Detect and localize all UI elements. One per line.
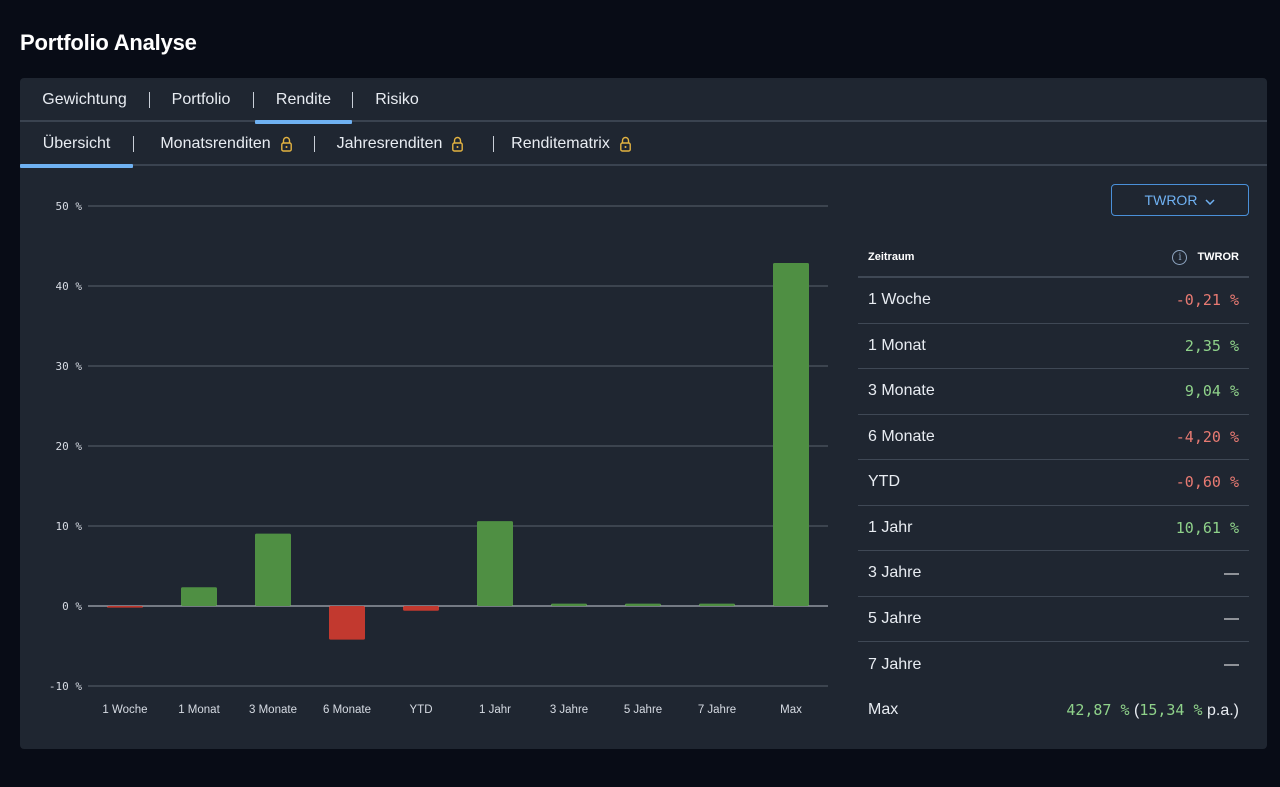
max-pa-value: 15,34 % [1139, 700, 1203, 719]
x-tick-label: 7 Jahre [698, 704, 736, 716]
row-label: 6 Monate [868, 427, 935, 445]
y-tick-label: 10 % [56, 520, 83, 533]
bar[interactable] [403, 606, 439, 611]
y-tick-label: 30 % [56, 360, 83, 373]
y-tick-label: -10 % [49, 680, 82, 693]
dropdown-label: TWROR [1144, 192, 1198, 208]
table-row: 1 Woche -0,21 % [858, 278, 1249, 324]
row-label: 1 Monat [868, 336, 926, 354]
table-row-max: Max 42,87 % (15,34 % p.a.) [858, 688, 1249, 734]
page-title: Portfolio Analyse [20, 30, 197, 55]
row-label: 1 Woche [868, 291, 931, 309]
row-label: 1 Jahr [868, 518, 913, 536]
returns-table: Zeitraum i TWROR 1 Woche -0,21 % 1 Monat 2,… [858, 238, 1249, 733]
x-tick-label: 1 Monat [178, 704, 220, 716]
bar[interactable] [329, 606, 365, 640]
chevron-down-icon [1205, 192, 1215, 208]
table-row: 6 Monate -4,20 % [858, 415, 1249, 460]
x-tick-label: 5 Jahre [624, 704, 662, 716]
row-value: — [1224, 564, 1239, 582]
bar[interactable] [625, 603, 661, 606]
row-value: -0,21 % [1175, 291, 1239, 310]
row-label: 5 Jahre [868, 609, 922, 627]
pa-suffix: p.a.) [1206, 701, 1239, 719]
row-label: 3 Jahre [868, 564, 922, 582]
returns-bar-chart: 50 % 40 % 30 % 20 % 10 % 0 % -10 % 1 Woche 1 Mon… [49, 200, 828, 716]
table-row: 7 Jahre — [858, 642, 1249, 688]
x-tick-label: 3 Monate [249, 704, 297, 716]
metric-dropdown[interactable]: TWROR [1111, 184, 1249, 216]
table-header: Zeitraum i TWROR [858, 238, 1249, 278]
x-tick-label: 1 Jahr [479, 704, 511, 716]
x-tick-label: Max [780, 704, 802, 716]
x-tick-label: YTD [410, 704, 433, 716]
bar[interactable] [699, 603, 735, 606]
bar[interactable] [477, 521, 513, 606]
max-total-value: 42,87 % [1066, 700, 1130, 719]
column-header-period: Zeitraum [868, 251, 915, 263]
y-tick-label: 20 % [56, 440, 83, 453]
column-header-value: TWROR [1197, 251, 1239, 263]
x-tick-label: 3 Jahre [550, 704, 588, 716]
row-value: 10,61 % [1175, 518, 1239, 537]
max-value: 42,87 % (15,34 % p.a.) [1066, 701, 1239, 720]
bar[interactable] [773, 263, 809, 606]
table-row: 1 Jahr 10,61 % [858, 506, 1249, 551]
table-row: YTD -0,60 % [858, 460, 1249, 506]
x-tick-label: 1 Woche [102, 704, 147, 716]
table-row: 1 Monat 2,35 % [858, 324, 1249, 369]
bar[interactable] [255, 533, 291, 606]
row-value: — [1224, 656, 1239, 674]
row-value: 2,35 % [1184, 336, 1239, 355]
x-tick-label: 6 Monate [323, 704, 371, 716]
row-label: Max [868, 701, 899, 719]
bar[interactable] [181, 587, 217, 606]
row-label: 7 Jahre [868, 655, 922, 673]
row-value: — [1224, 610, 1239, 628]
y-tick-label: 0 % [62, 600, 82, 613]
row-value: 9,04 % [1184, 382, 1239, 401]
table-row: 3 Monate 9,04 % [858, 369, 1249, 415]
row-value: -0,60 % [1175, 473, 1239, 492]
bar[interactable] [551, 603, 587, 606]
table-row: 5 Jahre — [858, 597, 1249, 642]
y-tick-label: 50 % [56, 200, 83, 213]
analysis-panel: Gewichtung Portfolio Rendite Risiko Über… [20, 78, 1267, 749]
row-label: YTD [868, 473, 900, 491]
y-tick-label: 40 % [56, 280, 83, 293]
row-value: -4,20 % [1175, 427, 1239, 446]
table-row: 3 Jahre — [858, 551, 1249, 597]
info-icon[interactable]: i [1172, 249, 1188, 265]
row-label: 3 Monate [868, 382, 935, 400]
bar[interactable] [107, 606, 143, 608]
